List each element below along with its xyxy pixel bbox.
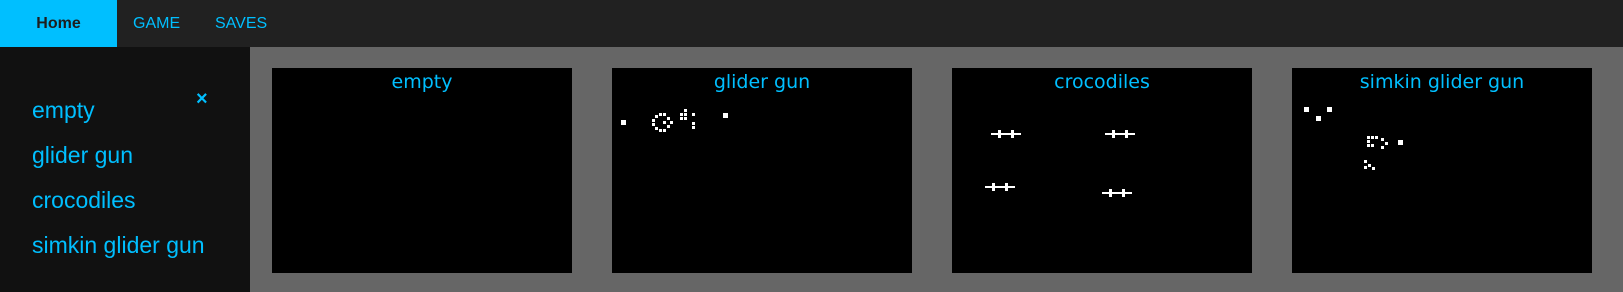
close-icon[interactable]: × [196, 89, 208, 109]
preview-panel-simkin-glider-gun[interactable]: simkin glider gun [1292, 68, 1592, 273]
sidebar-item-glider-gun[interactable]: glider gun [32, 142, 133, 169]
sidebar-item-simkin-glider-gun[interactable]: simkin glider gun [32, 232, 205, 259]
sidebar-item-empty[interactable]: empty [32, 97, 95, 124]
sidebar-item-crocodiles[interactable]: crocodiles [32, 187, 136, 214]
nav-home-tab[interactable]: Home [0, 0, 117, 47]
preview-panel-empty[interactable]: empty [272, 68, 572, 273]
preview-panel-crocodiles[interactable]: crocodiles [952, 68, 1252, 273]
pattern-preview-canvas [621, 109, 728, 132]
top-nav-bar: Home GAME SAVES [0, 0, 1623, 47]
preview-panel-glider-gun[interactable]: glider gun [612, 68, 912, 273]
panel-title: empty [391, 71, 453, 93]
nav-saves-link[interactable]: SAVES [215, 0, 267, 47]
saves-sidebar: × empty glider gun crocodiles simkin gli… [0, 47, 250, 292]
nav-game-link[interactable]: GAME [133, 0, 180, 47]
pattern-preview-canvas [985, 130, 1135, 197]
pattern-preview-canvas [1304, 107, 1403, 170]
